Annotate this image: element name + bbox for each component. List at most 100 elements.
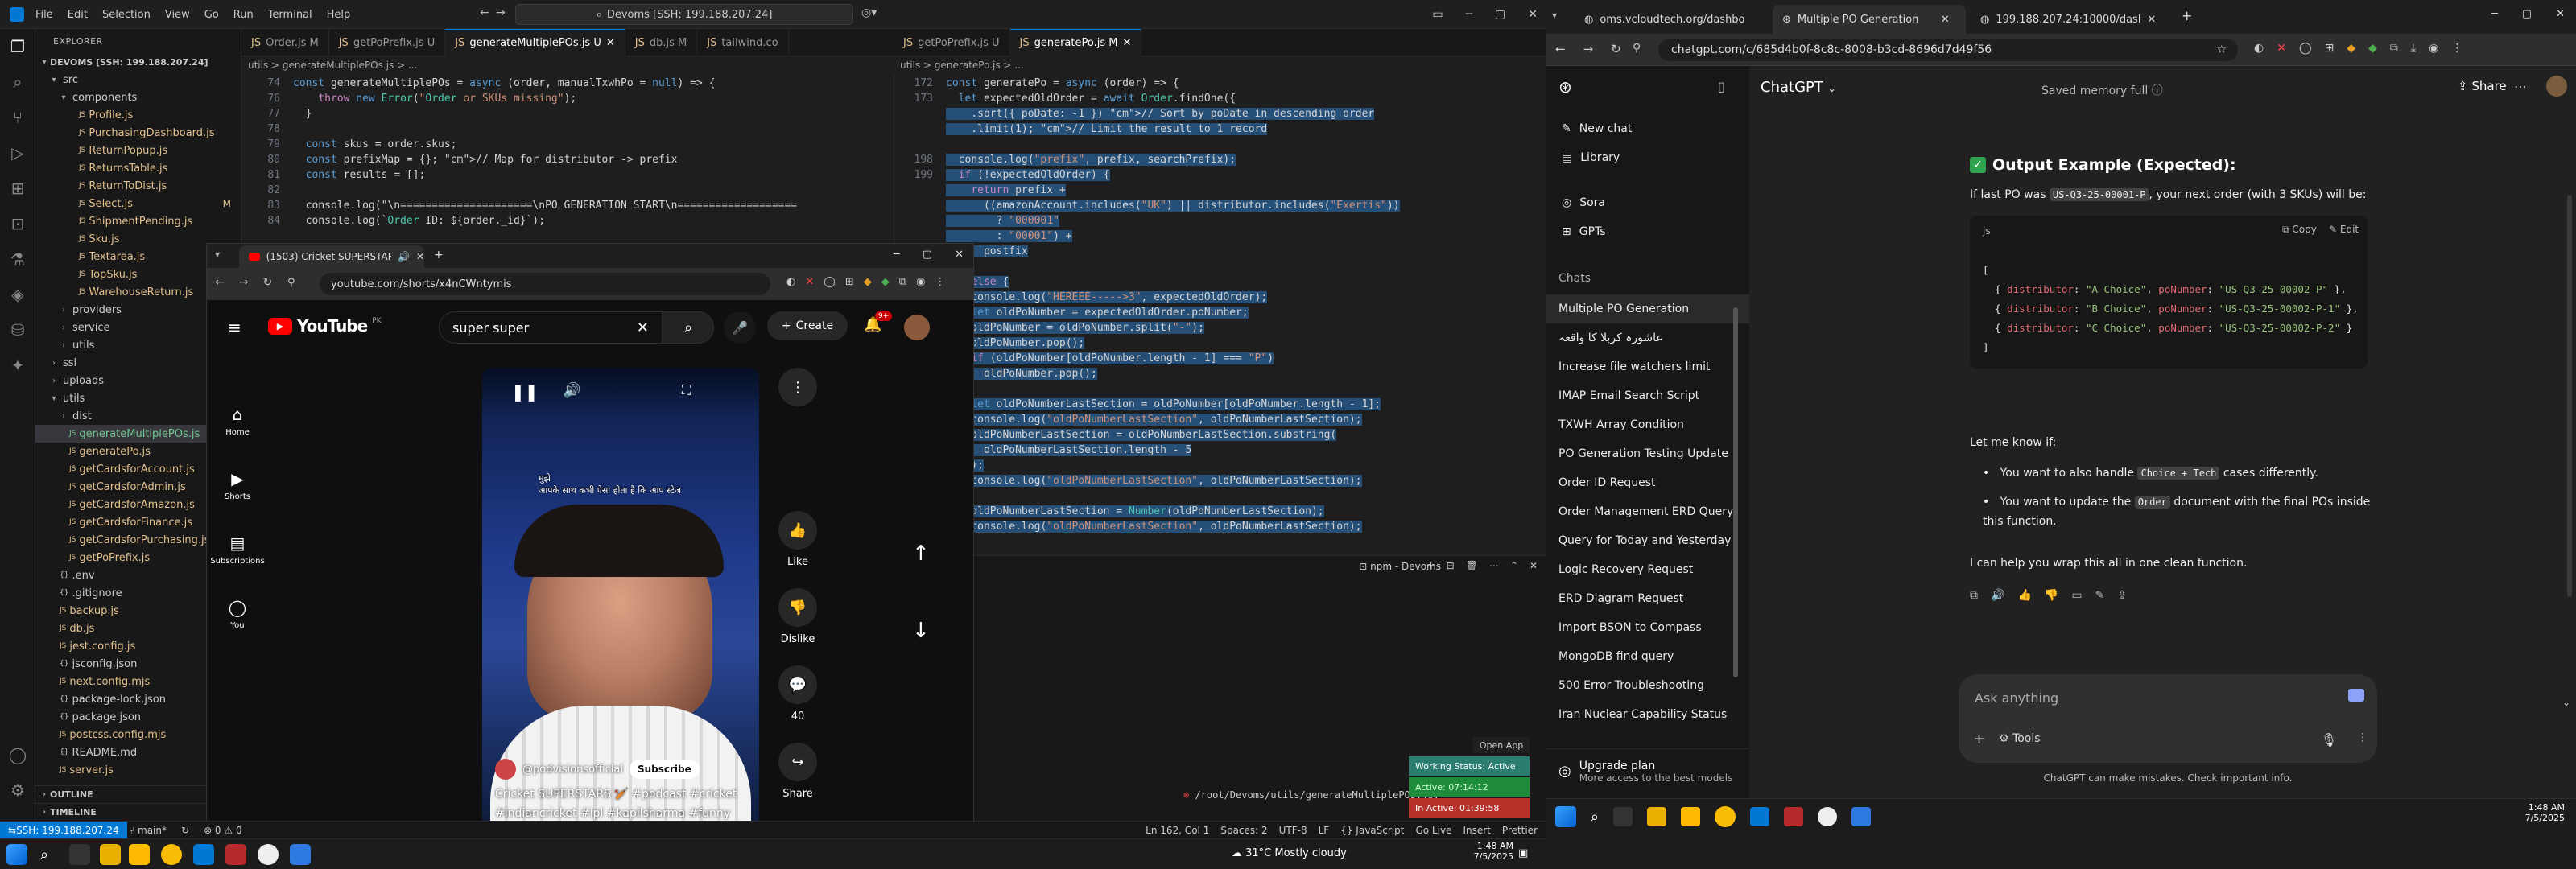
voice-mode-icon[interactable]: ⫶ (2361, 731, 2364, 747)
download-icon[interactable]: ⤓ (2411, 42, 2416, 55)
menu-item-view[interactable]: View (165, 9, 190, 21)
attach-plus-icon[interactable]: + (1973, 731, 1985, 748)
close-icon[interactable]: ✕ (2556, 8, 2565, 20)
extension-icon[interactable]: ✕ (2277, 42, 2286, 55)
code-line[interactable]: const generatePo = async (order) => { (946, 77, 1179, 89)
tree-item[interactable]: JS PurchasingDashboard.js (35, 124, 241, 142)
editor-left[interactable]: 74 const generateMultiplePOs = async (ord… (242, 74, 894, 243)
copilot-chat-icon[interactable]: ✦ (0, 348, 35, 383)
run-debug-icon[interactable]: ▷ (0, 135, 35, 171)
read-aloud-icon[interactable]: 🔊 (1991, 589, 2004, 602)
app-icon[interactable] (1784, 807, 1804, 826)
code-line[interactable]: .limit(1); "cm">// Limit the result to 1… (946, 123, 1268, 135)
status-item[interactable]: Spaces: 2 (1220, 825, 1267, 836)
extension-icon[interactable]: ◐ (786, 276, 795, 288)
vscode-icon[interactable] (193, 844, 214, 865)
hamburger-icon[interactable]: ≡ (228, 318, 242, 337)
layout-icon[interactable]: ▭ (1432, 8, 1443, 21)
forward-icon[interactable]: → (1583, 42, 1594, 56)
more-icon[interactable]: ⋯ (1489, 560, 1499, 571)
code-line[interactable]: if (oldPoNumber[oldPoNumber.length - 1] … (946, 352, 1274, 364)
code-line[interactable]: console.log("HEREEE----->3", expectedOld… (946, 291, 1268, 303)
subscribe-button[interactable]: Subscribe (629, 760, 700, 779)
tree-item[interactable]: ▾ components (35, 89, 241, 106)
code-line[interactable]: let oldPoNumberLastSection = oldPoNumber… (946, 398, 1381, 410)
openai-logo-icon[interactable]: ⊛ (1558, 77, 1572, 97)
code-line[interactable]: console.log("oldPoNumberLastSection", ol… (946, 475, 1362, 487)
extension-icon[interactable]: ◆ (864, 276, 872, 288)
close-icon[interactable]: ✕ (606, 37, 615, 49)
settings-gear-icon[interactable]: ⚙ (0, 772, 35, 808)
close-icon[interactable]: ✕ (1122, 37, 1131, 49)
model-selector[interactable]: ChatGPT ⌄ (1761, 79, 1836, 96)
code-line[interactable]: .sort({ poDate: -1 }) "cm">// Sort by po… (946, 108, 1375, 120)
sidebar-scrollbar[interactable] (1733, 307, 1738, 677)
chat-history-item[interactable]: Multiple PO Generation (1546, 294, 1749, 323)
site-info-icon[interactable]: ⚲ (287, 277, 295, 289)
search-icon[interactable]: ⌕ (1591, 809, 1599, 826)
sidebar-item-new-chat[interactable]: ✎ New chat (1546, 114, 1749, 143)
youtube-search-input[interactable]: super super ✕ (439, 311, 663, 344)
menu-item-run[interactable]: Run (233, 9, 254, 21)
channel-avatar[interactable] (495, 759, 516, 780)
status-item[interactable]: Ln 162, Col 1 (1146, 825, 1209, 836)
editor-tab[interactable]: JS Order.js M (242, 29, 329, 56)
tree-item[interactable]: JS ReturnsTable.js (35, 159, 241, 177)
tree-item[interactable]: JS Profile.js (35, 106, 241, 124)
menu-item-file[interactable]: File (35, 9, 53, 21)
task-view-icon[interactable] (1613, 807, 1633, 826)
remote-indicator[interactable]: ⇆ SSH: 199.188.207.24 (0, 822, 127, 839)
main-scrollbar[interactable] (2567, 195, 2572, 597)
chatgpt-icon[interactable] (1818, 807, 1838, 826)
nav-forward-icon[interactable]: → (496, 6, 506, 19)
status-item[interactable]: Prettier (1502, 825, 1538, 836)
code-line[interactable]: const prefixMap = {}; "cm">// Map for di… (293, 154, 678, 166)
canvas-icon[interactable]: ▭ (2071, 589, 2082, 602)
youtube-logo[interactable]: ▶ YouTube PK (268, 316, 382, 336)
account-icon[interactable]: ◯ (0, 737, 35, 772)
remote-explorer-icon[interactable]: ⊡ (0, 206, 35, 241)
avatar[interactable] (2546, 76, 2567, 97)
search-icon[interactable]: ⌕ (40, 846, 48, 863)
code-line[interactable]: let expectedOldOrder = await Order.findO… (946, 93, 1236, 105)
next-short-arrow-down-icon[interactable]: ↓ (912, 619, 930, 643)
editor-tab[interactable]: JS db.js M (625, 29, 698, 56)
chat-history-item[interactable]: Iran Nuclear Capability Status (1546, 700, 1749, 729)
copy-icon[interactable]: ⧉ (1970, 589, 1978, 602)
maximize-icon[interactable]: ▢ (2522, 8, 2532, 20)
share-icon[interactable]: ⇪ (2117, 589, 2127, 602)
minimize-icon[interactable]: ─ (2491, 8, 2498, 20)
split-icon[interactable]: ⊟ (1447, 560, 1455, 571)
code-line[interactable]: const skus = order.skus; (293, 138, 457, 150)
short-video-player[interactable]: ❚❚ 🔊 ⛶ मुझे आपके साथ कभी ऐसा होता है कि … (482, 368, 759, 830)
chat-history-item[interactable]: 500 Error Troubleshooting (1546, 671, 1749, 700)
bookmark-star-icon[interactable]: ☆ (2216, 43, 2227, 56)
extension-badge-icon[interactable] (2348, 689, 2364, 702)
status-item[interactable]: Go Live (1415, 825, 1451, 836)
editor-tab[interactable]: JS getPoPrefix.js U (894, 29, 1010, 56)
close-icon[interactable]: ✕ (1530, 560, 1538, 571)
puzzle-icon[interactable]: ⧉ (899, 276, 906, 288)
tab-dashboard[interactable]: ◍ 199.188.207.24:10000/dashbo ✕ (1971, 5, 2172, 34)
voice-search-icon[interactable]: 🎤 (724, 311, 756, 344)
menu-item-selection[interactable]: Selection (102, 9, 151, 21)
open-app-button[interactable]: Open App (1473, 737, 1530, 753)
notification-icon[interactable]: ▣ (1518, 847, 1528, 859)
menu-item-terminal[interactable]: Terminal (268, 9, 312, 21)
extension-icon[interactable]: ◆ (2368, 42, 2377, 55)
store-icon[interactable] (129, 844, 150, 865)
profile-icon[interactable]: ◉ (916, 276, 925, 288)
task-view-icon[interactable] (69, 844, 90, 865)
database-icon[interactable]: ⛁ (0, 312, 35, 348)
extension-icon[interactable]: ◯ (824, 276, 836, 288)
windows-start-icon[interactable] (1555, 806, 1576, 827)
profile-icon[interactable]: ◉ (2429, 42, 2438, 55)
status-item[interactable]: UTF-8 (1279, 825, 1307, 836)
code-line[interactable]: oldPoNumberLastSection = Number(oldPoNum… (946, 505, 1324, 517)
code-line[interactable]: oldPoNumberLastSection = oldPoNumberLast… (946, 429, 1337, 441)
video-title[interactable]: Cricket SUPERSTARS 🏏 #podcast #cricket (495, 788, 737, 801)
upgrade-plan-button[interactable]: ◎ Upgrade plan More access to the best mo… (1546, 748, 1749, 793)
editor-tab[interactable]: JS generateMultiplePOs.js U ✕ (445, 29, 625, 56)
explorer-icon[interactable]: ❐ (0, 29, 35, 64)
vscode-icon[interactable] (1750, 807, 1770, 826)
